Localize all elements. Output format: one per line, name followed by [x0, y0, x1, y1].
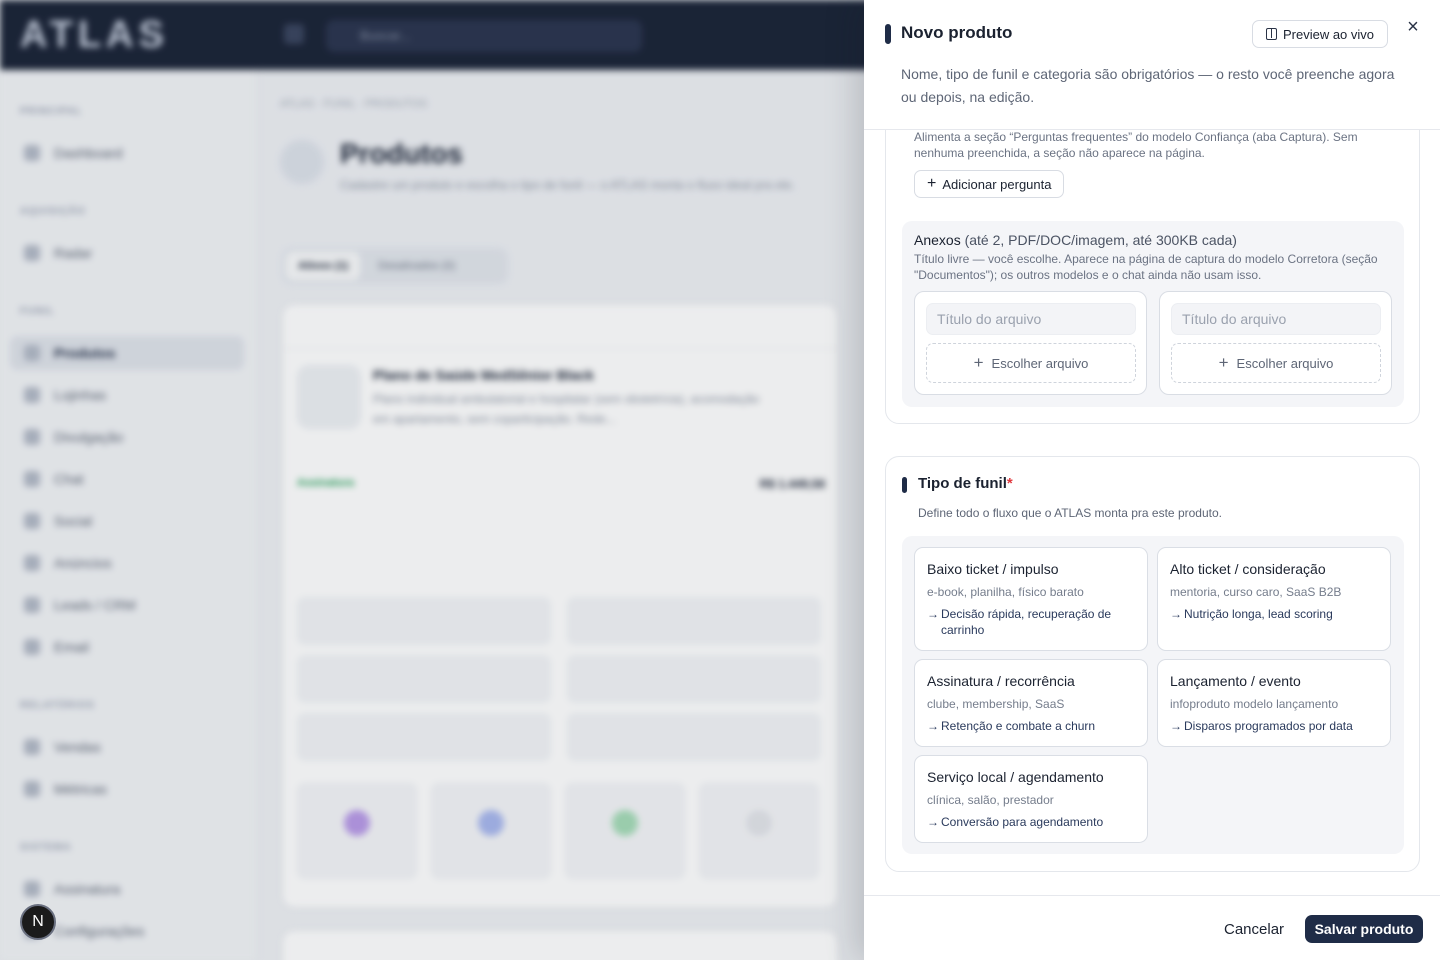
- attachment-title-input[interactable]: Título do arquivo: [1171, 303, 1381, 335]
- faq-and-attachments-section: Alimenta a seção “Perguntas frequentes” …: [885, 90, 1420, 424]
- arrow-right-icon: →: [927, 719, 939, 733]
- attachment-slot: Título do arquivo + Escolher arquivo: [1159, 291, 1392, 395]
- option-benefit-text: Decisão rápida, recuperação de carrinho: [941, 607, 1112, 637]
- funnel-option-local-service[interactable]: Serviço local / agendamento clínica, sal…: [914, 755, 1148, 843]
- new-product-drawer: Alimenta a seção “Perguntas frequentes” …: [864, 0, 1440, 960]
- live-preview-button[interactable]: Preview ao vivo: [1252, 20, 1388, 48]
- option-title: Baixo ticket / impulso: [927, 561, 1059, 577]
- funnel-option-launch[interactable]: Lançamento / evento infoproduto modelo l…: [1157, 659, 1391, 747]
- arrow-right-icon: →: [927, 607, 939, 621]
- drawer-header: Novo produto Preview ao vivo × Nome, tip…: [864, 0, 1440, 130]
- option-benefit-text: Nutrição longa, lead scoring: [1184, 607, 1333, 621]
- live-preview-label: Preview ao vivo: [1282, 26, 1375, 42]
- add-question-label: Adicionar pergunta: [942, 176, 1052, 192]
- option-title: Serviço local / agendamento: [927, 769, 1104, 785]
- choose-file-button[interactable]: + Escolher arquivo: [1171, 343, 1381, 383]
- drawer-title: Novo produto: [901, 23, 1013, 42]
- arrow-right-icon: →: [1170, 719, 1182, 733]
- plus-icon: +: [1218, 353, 1229, 372]
- option-benefit-text: Conversão para agendamento: [941, 815, 1104, 829]
- option-examples: clínica, salão, prestador: [927, 793, 1054, 807]
- choose-file-label: Escolher arquivo: [1236, 355, 1334, 371]
- funnel-option-subscription[interactable]: Assinatura / recorrência clube, membersh…: [914, 659, 1148, 747]
- attachment-slot: Título do arquivo + Escolher arquivo: [914, 291, 1147, 395]
- funnel-option-high-ticket[interactable]: Alto ticket / consideração mentoria, cur…: [1157, 547, 1391, 651]
- avatar[interactable]: N: [20, 904, 56, 940]
- attachment-title-input[interactable]: Título do arquivo: [926, 303, 1136, 335]
- funnel-type-title-text: Tipo de funil: [918, 475, 1007, 492]
- option-benefit: → Nutrição longa, lead scoring: [1170, 606, 1382, 622]
- arrow-right-icon: →: [1170, 607, 1182, 621]
- option-examples: mentoria, curso caro, SaaS B2B: [1170, 585, 1342, 599]
- funnel-options: Baixo ticket / impulso e-book, planilha,…: [902, 536, 1404, 854]
- drawer-description: Nome, tipo de funil e categoria são obri…: [901, 66, 1395, 105]
- attachments-limits: (até 2, PDF/DOC/imagem, até 300KB cada): [964, 232, 1237, 248]
- option-benefit: → Disparos programados por data: [1170, 718, 1382, 734]
- attachments-title: Anexos (até 2, PDF/DOC/imagem, até 300KB…: [914, 232, 1237, 248]
- plus-icon: +: [927, 175, 937, 192]
- title-accent: [885, 24, 891, 44]
- option-benefit-text: Retenção e combate a churn: [941, 719, 1096, 733]
- plus-icon: +: [973, 353, 984, 372]
- drawer-footer: Cancelar Salvar produto: [864, 895, 1440, 960]
- option-title: Lançamento / evento: [1170, 673, 1301, 689]
- option-examples: e-book, planilha, físico barato: [927, 585, 1084, 599]
- attachments-title-text: Anexos: [914, 232, 961, 248]
- preview-icon: [1265, 28, 1277, 40]
- cancel-button[interactable]: Cancelar: [1216, 915, 1292, 943]
- required-marker: *: [1006, 475, 1013, 492]
- funnel-type-description: Define todo o fluxo que o ATLAS monta pr…: [918, 506, 1222, 520]
- option-examples: clube, membership, SaaS: [927, 697, 1065, 711]
- option-title: Assinatura / recorrência: [927, 673, 1075, 689]
- arrow-right-icon: →: [927, 815, 939, 829]
- choose-file-label: Escolher arquivo: [991, 355, 1089, 371]
- attachments-help-text: Título livre — você escolhe. Aparece na …: [914, 252, 1378, 282]
- option-title: Alto ticket / consideração: [1170, 561, 1326, 577]
- close-icon[interactable]: ×: [1400, 14, 1426, 40]
- option-examples: infoproduto modelo lançamento: [1170, 697, 1339, 711]
- attachments-panel: Anexos (até 2, PDF/DOC/imagem, até 300KB…: [902, 221, 1404, 407]
- choose-file-button[interactable]: + Escolher arquivo: [926, 343, 1136, 383]
- add-question-button[interactable]: + Adicionar pergunta: [914, 170, 1065, 198]
- option-benefit: → Conversão para agendamento: [927, 814, 1139, 830]
- funnel-type-section: Tipo de funil* Define todo o fluxo que o…: [885, 456, 1420, 872]
- section-accent: [902, 477, 907, 493]
- funnel-type-title: Tipo de funil*: [918, 475, 1013, 492]
- funnel-option-low-ticket[interactable]: Baixo ticket / impulso e-book, planilha,…: [914, 547, 1148, 651]
- faq-help-text: Alimenta a seção “Perguntas frequentes” …: [914, 130, 1358, 160]
- option-benefit: → Retenção e combate a churn: [927, 718, 1139, 734]
- option-benefit-text: Disparos programados por data: [1184, 719, 1353, 733]
- save-product-button[interactable]: Salvar produto: [1305, 915, 1423, 943]
- option-benefit: → Decisão rápida, recuperação de carrinho: [927, 606, 1139, 638]
